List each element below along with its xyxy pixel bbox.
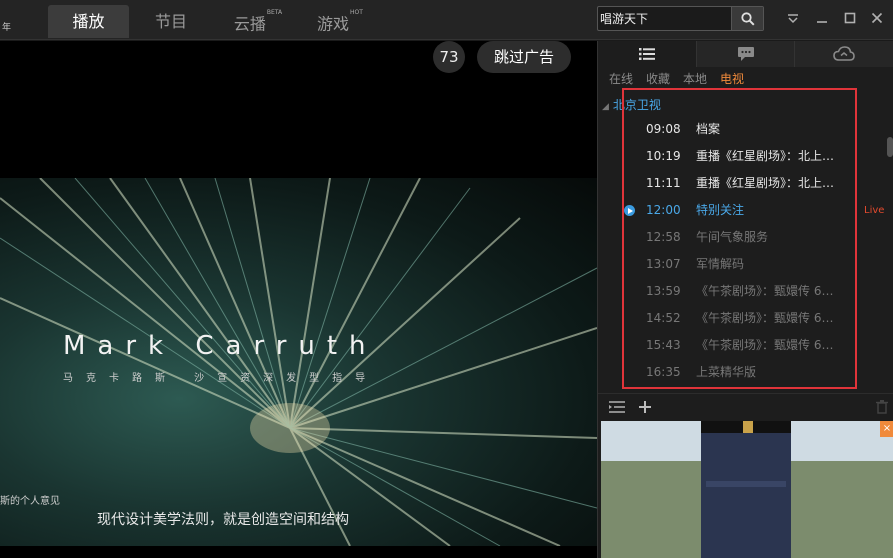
tab-playlist[interactable] [598, 41, 697, 67]
dropdown-menu-icon [788, 14, 798, 24]
cloud-icon [833, 46, 855, 61]
panel-toolbar [598, 393, 893, 419]
light-rays-graphic [0, 178, 597, 546]
search-button[interactable] [731, 7, 763, 30]
hot-badge: HOT [350, 9, 363, 16]
menu-button[interactable] [785, 10, 801, 26]
trash-icon[interactable] [876, 400, 888, 414]
list-icon [638, 48, 655, 60]
search-box [597, 6, 764, 31]
sort-list-icon[interactable] [609, 400, 625, 414]
ad-countdown: 73 [433, 41, 465, 73]
tab-programs-label: 节目 [154, 12, 187, 31]
panel-tabs [598, 41, 893, 67]
subtab-tv[interactable]: 电视 [720, 70, 744, 87]
ad-close-button[interactable]: × [880, 421, 893, 437]
search-input[interactable] [598, 7, 732, 30]
tab-cloud-play[interactable]: 云播BETA [218, 5, 298, 38]
ad-subtitle: 马克卡路斯 沙宣资深发型指导 [63, 373, 379, 384]
ad-banner-image [601, 421, 893, 558]
maximize-button[interactable] [842, 10, 858, 26]
minimize-icon [817, 21, 827, 23]
top-bar: 年 播放 节目 云播BETA 游戏HOT [0, 0, 893, 40]
tab-play-label: 播放 [72, 12, 105, 31]
chat-icon [737, 47, 754, 61]
source-subtabs: 在线 收藏 本地 电视 [609, 70, 744, 87]
annotation-highlight-box [622, 88, 857, 389]
schedule-scrollbar[interactable] [887, 137, 893, 157]
subtab-local[interactable]: 本地 [683, 70, 707, 87]
ad-caption: 现代设计美学法则，就是创造空间和结构 [97, 512, 349, 528]
app-logo-fragment: 年 [2, 23, 12, 33]
search-icon [740, 11, 755, 26]
ad-banner[interactable]: × [601, 421, 893, 558]
add-icon[interactable] [638, 400, 652, 414]
ad-video-frame [0, 178, 597, 546]
subtab-favorites[interactable]: 收藏 [646, 70, 670, 87]
close-button[interactable] [869, 10, 885, 26]
tab-programs[interactable]: 节目 [139, 5, 203, 38]
maximize-icon [844, 12, 856, 24]
subtab-online[interactable]: 在线 [609, 70, 633, 87]
expand-triangle-icon: ◢ [602, 102, 609, 112]
minimize-button[interactable] [814, 10, 830, 26]
ad-title: Mark Carruth [63, 331, 378, 361]
beta-badge: BETA [266, 9, 283, 16]
video-player[interactable]: 73 跳过广告 Mark Carruth 马克卡路斯 沙宣资深发型指导 斯的个人… [0, 41, 597, 558]
close-icon [871, 12, 883, 24]
side-panel: 在线 收藏 本地 电视 ◢ 北京卫视 09:08 档案 10:19 重播《红星剧场… [597, 41, 893, 558]
ad-note: 斯的个人意见 [0, 496, 60, 507]
tab-play[interactable]: 播放 [48, 5, 129, 38]
tab-games-label: 游戏 [317, 14, 350, 34]
tab-games[interactable]: 游戏HOT [305, 5, 375, 38]
skip-ad-button[interactable]: 跳过广告 [477, 41, 571, 73]
live-badge: Live [864, 205, 885, 216]
tab-cloud-play-label: 云播 [233, 14, 266, 34]
tab-cloud[interactable] [795, 41, 893, 67]
tab-chat[interactable] [696, 41, 796, 67]
